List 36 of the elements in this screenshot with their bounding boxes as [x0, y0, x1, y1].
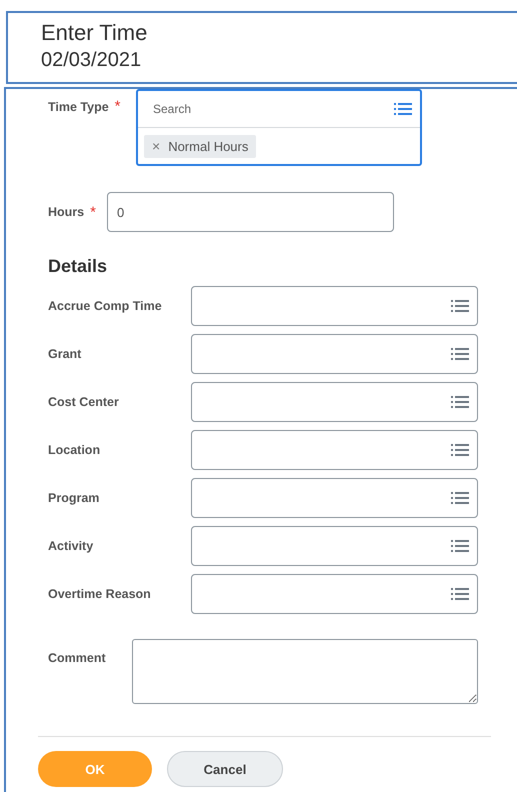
prompt-field[interactable] — [191, 478, 478, 518]
field-label: Hours — [48, 205, 84, 219]
remove-icon[interactable]: × — [152, 138, 160, 154]
list-icon[interactable] — [451, 491, 469, 505]
field-label: Location — [48, 443, 100, 457]
required-mark: * — [114, 99, 121, 114]
list-icon[interactable] — [451, 347, 469, 361]
hours-field[interactable]: 0 — [107, 192, 394, 232]
field-label: Grant — [48, 347, 82, 361]
prompt-field[interactable] — [191, 382, 478, 422]
field-label: Time Type — [48, 100, 109, 114]
prompt-field[interactable] — [191, 526, 478, 566]
comment-field[interactable] — [132, 639, 478, 704]
prompt-field[interactable] — [191, 286, 478, 326]
list-icon[interactable] — [451, 299, 469, 313]
date-text: 02/03/2021 — [41, 48, 142, 73]
field-label: Cost Center — [48, 395, 119, 409]
list-icon[interactable] — [451, 395, 469, 409]
field-label: Accrue Comp Time — [48, 299, 162, 313]
time-type-field[interactable]: Search × Normal Hours — [136, 89, 422, 166]
list-icon[interactable] — [451, 443, 469, 457]
chip-label: Normal Hours — [168, 138, 248, 154]
page-title: Enter Time — [41, 19, 148, 47]
cancel-button[interactable]: Cancel — [167, 751, 283, 787]
field-label: Comment — [48, 651, 106, 665]
list-icon[interactable] — [451, 539, 469, 553]
prompt-field[interactable] — [191, 334, 478, 374]
list-icon[interactable] — [451, 587, 469, 601]
list-icon[interactable] — [394, 102, 412, 116]
field-label: Activity — [48, 539, 94, 553]
required-mark: * — [90, 204, 96, 220]
prompt-field[interactable] — [191, 430, 478, 470]
prompt-field[interactable] — [191, 574, 478, 614]
section-heading: Details — [48, 256, 108, 277]
field-label: Overtime Reason — [48, 587, 151, 601]
field-label: Program — [48, 491, 100, 505]
